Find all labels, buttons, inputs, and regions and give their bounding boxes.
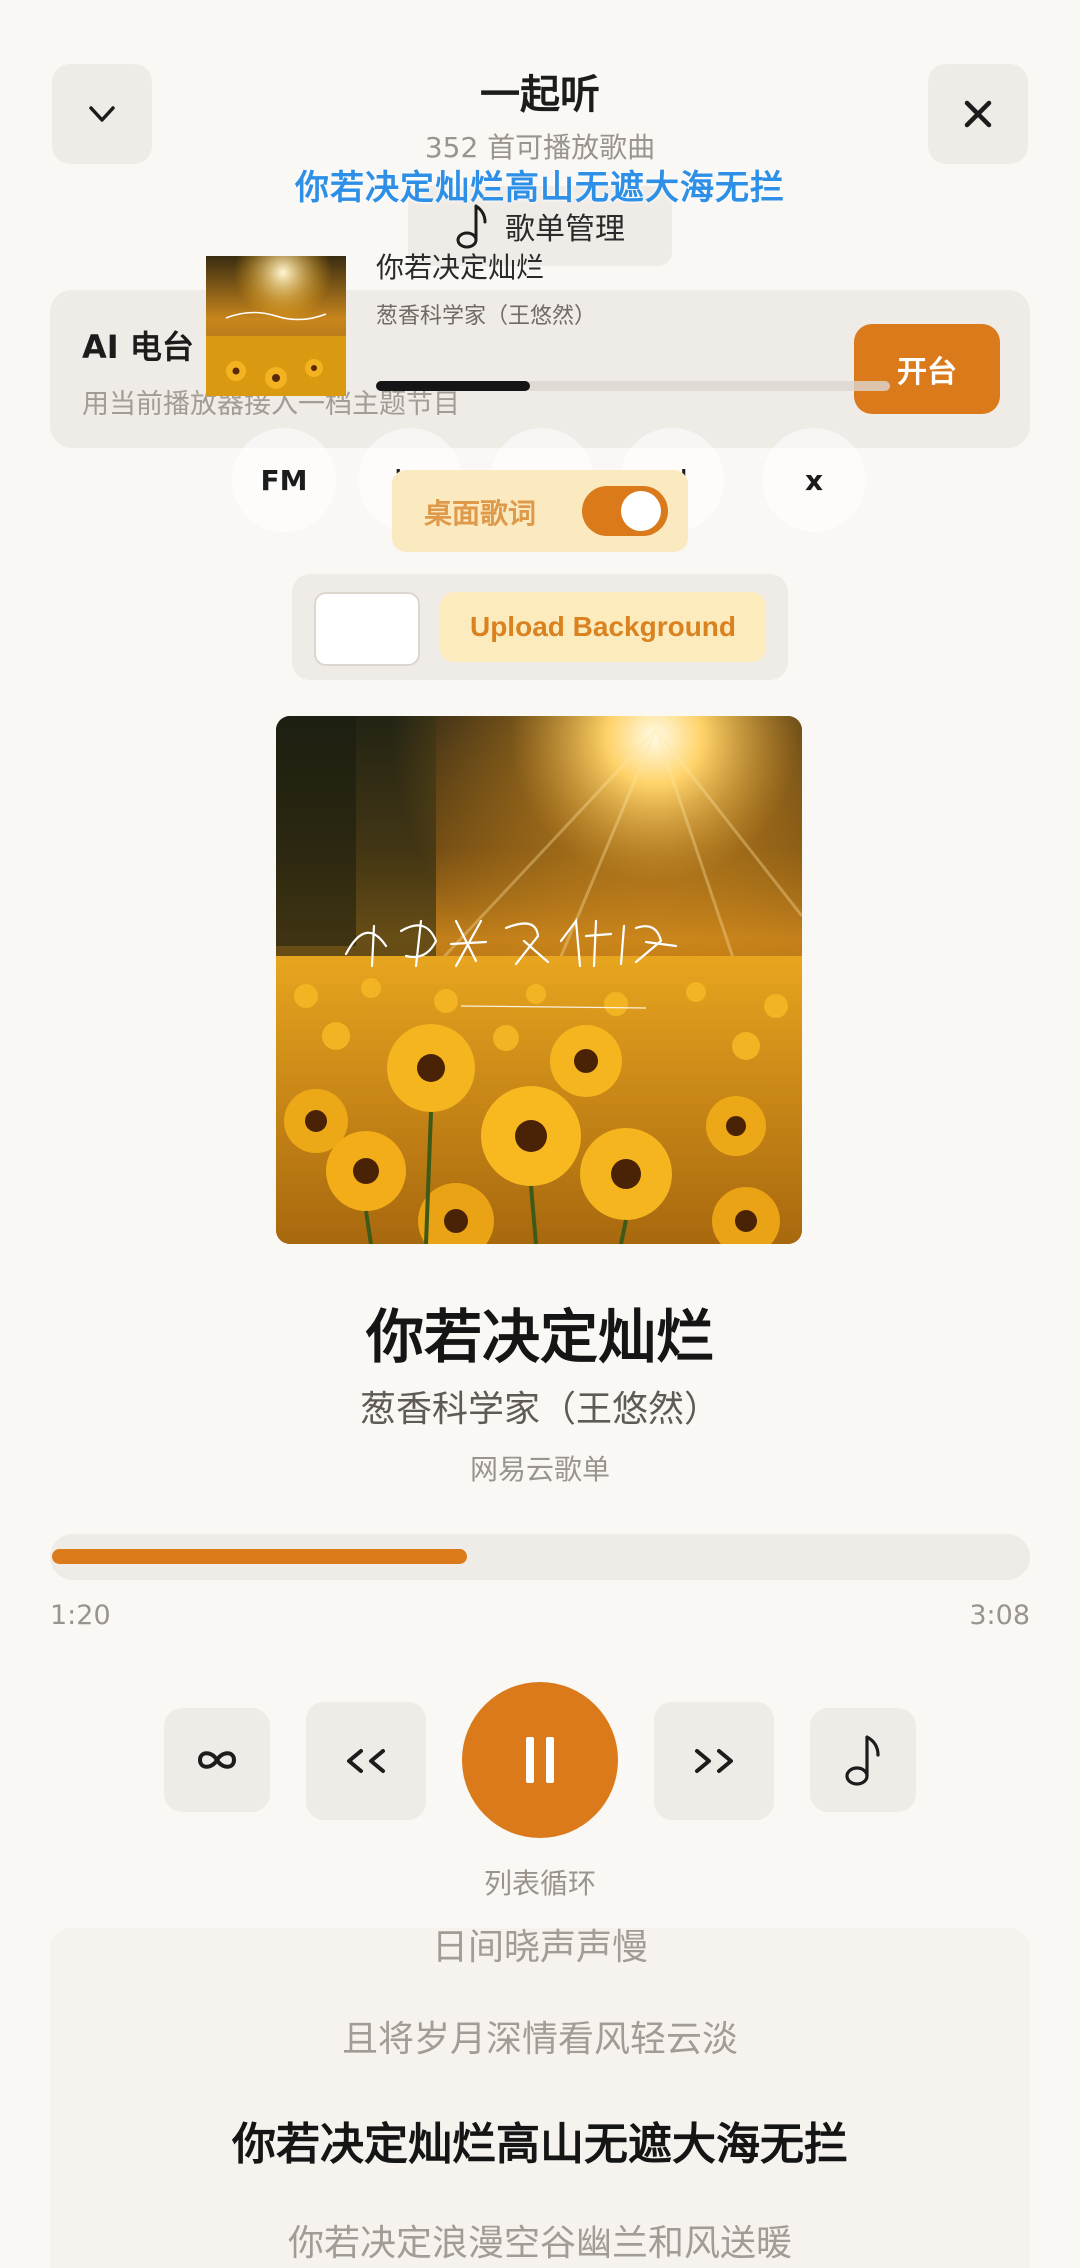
song-artist: 葱香科学家（王悠然）: [359, 1389, 720, 1430]
rewind-icon: [347, 1749, 385, 1773]
mini-player-title: 你若决定灿烂: [376, 251, 545, 284]
background-swatch[interactable]: [314, 592, 420, 666]
mini-player-cover[interactable]: [206, 256, 346, 396]
song-source: 网易云歌单: [469, 1453, 610, 1486]
mini-player-progress-fill: [376, 381, 530, 391]
mini-player-artist: 葱香科学家（王悠然）: [376, 304, 597, 329]
playlist-manage-label: 歌单管理: [505, 212, 625, 247]
lyric-line: 日间晓声声慢: [431, 1928, 648, 1968]
music-note-icon: [845, 1735, 880, 1786]
desktop-lyric-overlay: 你若决定灿烂高山无遮大海无拦: [295, 168, 785, 208]
lyric-line-active: 你若决定灿烂高山无遮大海无拦: [232, 2119, 848, 2170]
lyrics-panel[interactable]: 日间晓声声慢 且将岁月深情看风轻云淡 你若决定灿烂高山无遮大海无拦 你若决定浪漫…: [50, 1928, 1030, 2268]
previous-button[interactable]: [306, 1702, 426, 1820]
start-radio-button[interactable]: 开台: [854, 324, 1000, 414]
next-button[interactable]: [654, 1702, 774, 1820]
ai-radio-title: AI 电台: [82, 328, 194, 366]
lyric-line: 且将岁月深情看风轻云淡: [341, 2019, 738, 2060]
mini-fm-label: FM: [260, 463, 308, 497]
play-mode-button[interactable]: [164, 1708, 270, 1812]
infinity-icon: [197, 1751, 237, 1769]
fast-forward-icon: [695, 1749, 733, 1773]
lyrics-button[interactable]: [810, 1708, 916, 1812]
upload-background-button[interactable]: Upload Background: [440, 592, 766, 662]
lyric-line: 你若决定浪漫空谷幽兰和风送暖: [287, 2223, 792, 2264]
page-title: 一起听: [480, 72, 600, 118]
pause-button[interactable]: [462, 1682, 618, 1838]
mini-close-button[interactable]: x: [762, 428, 866, 532]
total-time: 3:08: [969, 1600, 1030, 1631]
music-note-icon: [456, 204, 487, 249]
elapsed-time: 1:20: [50, 1600, 111, 1631]
pause-icon: [526, 1737, 554, 1783]
play-mode-label: 列表循环: [483, 1867, 596, 1900]
mini-close-label: x: [804, 463, 824, 497]
album-art: [276, 716, 802, 1244]
progress-fill: [52, 1549, 467, 1564]
mini-fm-button[interactable]: FM: [232, 428, 336, 532]
desktop-lyrics-label: 桌面歌词: [424, 497, 537, 530]
song-title: 你若决定灿烂: [365, 1303, 714, 1371]
toggle-knob: [621, 491, 661, 531]
